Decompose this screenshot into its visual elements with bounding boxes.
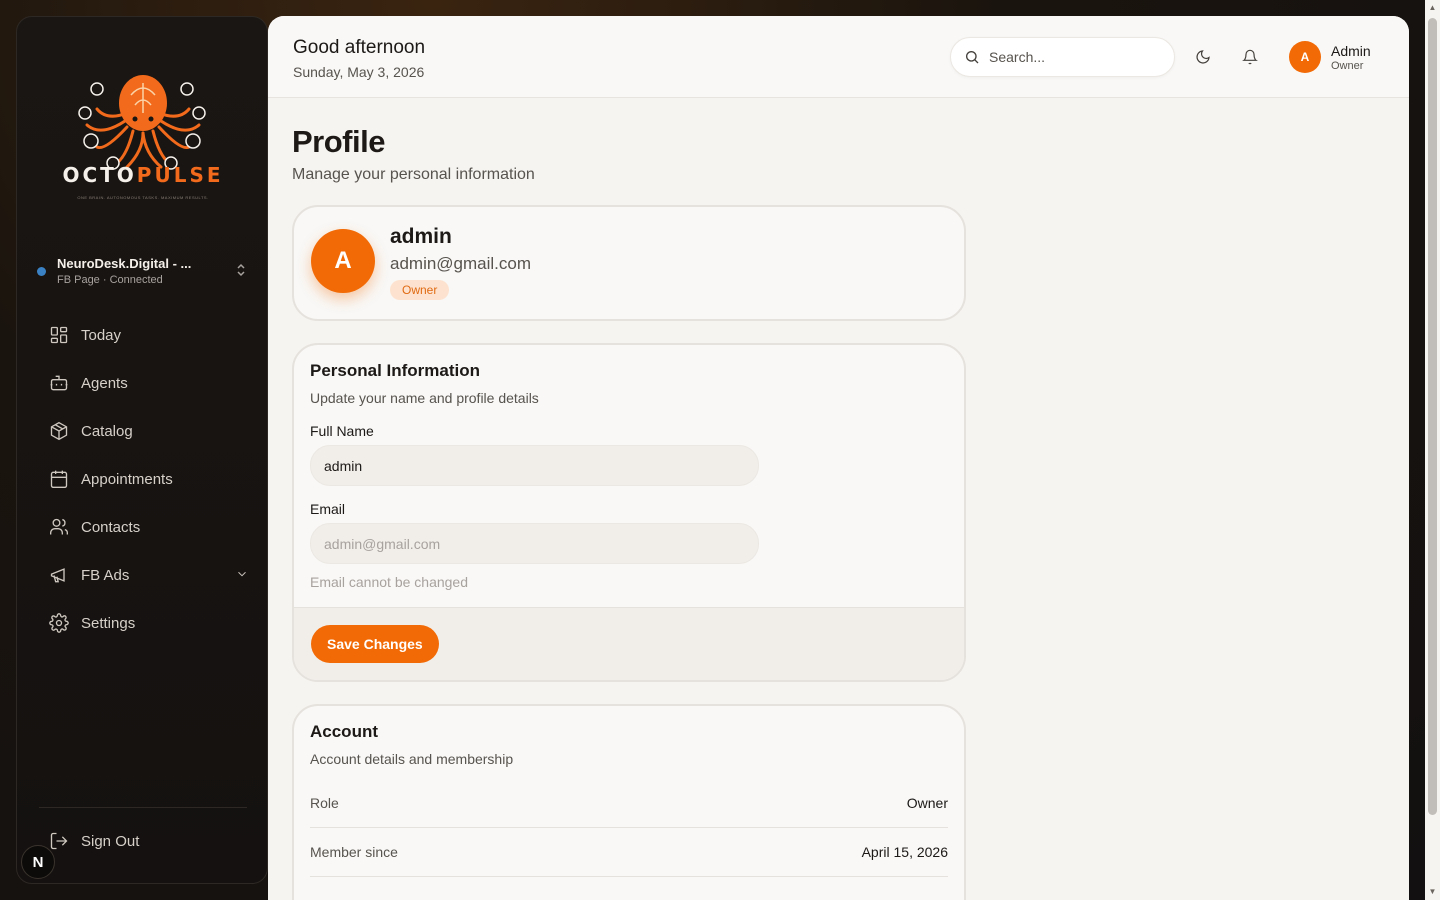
page-subtitle: Manage your personal information	[292, 166, 535, 183]
sidebar-item-label: Catalog	[81, 422, 133, 440]
octopus-logo-icon	[57, 51, 229, 219]
profile-name: admin	[390, 225, 452, 248]
sidebar-item-fb-ads[interactable]: FB Ads	[33, 551, 253, 599]
sidebar-item-label: Settings	[81, 614, 136, 632]
bell-icon	[1242, 49, 1258, 65]
account-card: Account Account details and membership R…	[292, 704, 966, 900]
search-input[interactable]	[989, 49, 1159, 65]
theme-toggle-button[interactable]	[1192, 46, 1214, 68]
log-out-icon	[50, 832, 68, 850]
sidebar-item-label: Contacts	[81, 518, 141, 536]
sidebar-item-today[interactable]: Today	[33, 311, 253, 359]
row-key: Role	[310, 795, 339, 811]
user-role: Owner	[1331, 59, 1364, 72]
card-subtitle: Account details and membership	[310, 751, 514, 767]
top-bar: Good afternoon Sunday, May 3, 2026 A Adm…	[268, 16, 1409, 98]
card-subtitle: Update your name and profile details	[310, 390, 539, 406]
user-menu[interactable]: A Admin Owner	[1289, 41, 1371, 73]
profile-avatar: A	[311, 229, 375, 293]
card-title: Account	[310, 722, 378, 741]
calendar-icon	[50, 470, 68, 488]
brand-name: OCTOPULSE	[62, 163, 224, 187]
n-badge-icon[interactable]: N	[21, 845, 55, 879]
sidebar-item-catalog[interactable]: Catalog	[33, 407, 253, 455]
card-title: Personal Information	[310, 361, 481, 380]
sign-out-label: Sign Out	[81, 832, 140, 850]
sidebar-item-label: Appointments	[81, 470, 173, 488]
card-footer: Save Changes	[294, 607, 964, 680]
sidebar-item-label: FB Ads	[81, 566, 130, 584]
user-name: Admin	[1331, 42, 1371, 59]
main-panel: Good afternoon Sunday, May 3, 2026 A Adm…	[268, 16, 1409, 900]
page-switcher-name: NeuroDesk.Digital - ...	[57, 256, 192, 271]
full-name-input[interactable]	[310, 445, 759, 486]
chevron-down-icon	[238, 571, 246, 577]
scrollbar-thumb[interactable]	[1428, 18, 1437, 815]
sidebar-divider	[39, 807, 247, 808]
sidebar-nav: Today Agents Catalog Appointments Contac…	[33, 311, 253, 647]
notifications-button[interactable]	[1239, 46, 1261, 68]
avatar: A	[1289, 41, 1321, 73]
sidebar-item-agents[interactable]: Agents	[33, 359, 253, 407]
personal-info-card: Personal Information Update your name an…	[292, 343, 966, 682]
sidebar: OCTOPULSE ONE BRAIN. AUTONOMOUS TASKS. M…	[16, 16, 268, 884]
package-icon	[50, 421, 68, 441]
search-icon	[966, 51, 979, 64]
brand-tagline: ONE BRAIN. AUTONOMOUS TASKS. MAXIMUM RES…	[77, 195, 209, 200]
chevron-up-down-icon	[233, 263, 249, 280]
row-key: Member since	[310, 844, 398, 860]
sidebar-item-contacts[interactable]: Contacts	[33, 503, 253, 551]
email-hint: Email cannot be changed	[310, 574, 468, 590]
sidebar-item-label: Agents	[81, 374, 128, 392]
bot-icon	[50, 375, 68, 391]
page-switcher-status: FB Page · Connected	[57, 274, 163, 286]
status-dot	[37, 266, 46, 276]
full-name-label: Full Name	[310, 423, 374, 439]
save-changes-button[interactable]: Save Changes	[311, 625, 439, 663]
role-badge: Owner	[390, 280, 450, 300]
grid-icon	[50, 326, 68, 344]
search-box[interactable]	[950, 37, 1175, 77]
email-field	[310, 523, 759, 564]
profile-content: Profile Manage your personal information…	[292, 124, 966, 900]
sidebar-item-appointments[interactable]: Appointments	[33, 455, 253, 503]
page-title: Profile	[292, 124, 385, 159]
current-date: Sunday, May 3, 2026	[293, 64, 425, 80]
sign-out-button[interactable]: Sign Out	[49, 831, 139, 851]
moon-icon	[1196, 50, 1210, 64]
page-switcher[interactable]: NeuroDesk.Digital - ... FB Page · Connec…	[37, 249, 249, 293]
profile-summary-card: A admin admin@gmail.com Owner	[292, 205, 966, 321]
page-scrollbar[interactable]: ▲ ▼	[1425, 0, 1440, 900]
account-row-member-since: Member since April 15, 2026	[310, 828, 948, 877]
gear-icon	[49, 613, 69, 633]
megaphone-icon	[50, 568, 65, 583]
scroll-down-arrow-icon[interactable]: ▼	[1428, 887, 1437, 897]
row-value: April 15, 2026	[861, 844, 948, 860]
row-value: Owner	[906, 795, 948, 811]
account-row-role: Role Owner	[310, 779, 948, 828]
email-label: Email	[310, 501, 346, 517]
users-icon	[50, 518, 69, 535]
profile-email: admin@gmail.com	[390, 254, 532, 273]
sidebar-item-label: Today	[81, 326, 122, 344]
greeting: Good afternoon	[293, 37, 426, 58]
scroll-up-arrow-icon[interactable]: ▲	[1428, 3, 1437, 13]
sidebar-item-settings[interactable]: Settings	[33, 599, 253, 647]
